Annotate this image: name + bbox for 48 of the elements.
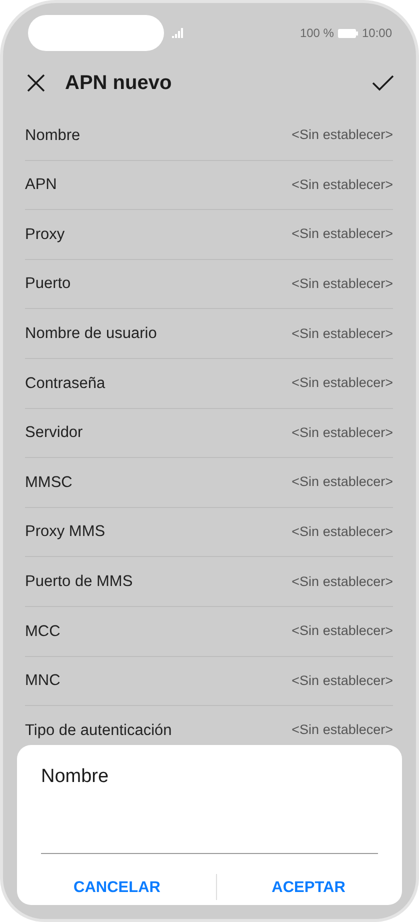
settings-row[interactable]: Contraseña <Sin establecer> [25, 358, 393, 409]
settings-row[interactable]: MNC <Sin establecer> [25, 656, 393, 706]
setting-value: <Sin establecer> [292, 176, 393, 194]
setting-label: MNC [25, 671, 60, 692]
setting-value: <Sin establecer> [292, 622, 393, 640]
setting-value: <Sin establecer> [292, 374, 393, 392]
setting-label: Puerto [25, 274, 71, 294]
settings-row[interactable]: APN <Sin establecer> [25, 160, 393, 210]
setting-value: <Sin establecer> [292, 126, 393, 144]
confirm-check-icon[interactable] [372, 75, 394, 91]
signal-icon [172, 28, 184, 38]
battery-percentage: 100 % [300, 25, 334, 42]
setting-label: Servidor [25, 423, 83, 444]
setting-value: <Sin establecer> [292, 572, 393, 591]
settings-row[interactable]: MCC <Sin establecer> [25, 606, 393, 657]
settings-row[interactable]: Nombre de usuario <Sin establecer> [25, 309, 393, 359]
setting-label: Proxy [25, 224, 65, 245]
setting-label: Contraseña [25, 374, 106, 394]
settings-row[interactable]: Proxy MMS <Sin establecer> [25, 508, 393, 558]
accept-button[interactable]: ACEPTAR [262, 870, 356, 905]
settings-row[interactable]: Servidor <Sin establecer> [25, 408, 393, 458]
setting-value: <Sin establecer> [292, 225, 393, 244]
settings-row[interactable]: Proxy <Sin establecer> [25, 210, 393, 260]
clock-time: 10:00 [362, 25, 392, 42]
setting-value: <Sin establecer> [292, 473, 393, 492]
setting-value: <Sin establecer> [292, 522, 393, 541]
setting-label: MMSC [25, 472, 72, 493]
close-icon[interactable] [27, 74, 45, 92]
settings-row[interactable]: Nombre <Sin establecer> [25, 111, 393, 161]
settings-row[interactable]: Puerto de MMS <Sin establecer> [25, 557, 393, 607]
settings-row[interactable]: MMSC <Sin establecer> [25, 458, 393, 508]
setting-label: Puerto de MMS [25, 572, 133, 592]
settings-row[interactable]: Puerto <Sin establecer> [25, 260, 393, 310]
cancel-button[interactable]: CANCELAR [64, 870, 170, 905]
setting-label: MCC [25, 622, 60, 642]
battery-icon [338, 28, 358, 38]
setting-value: <Sin establecer> [292, 424, 393, 442]
setting-value: <Sin establecer> [292, 721, 393, 740]
setting-value: <Sin establecer> [292, 274, 393, 293]
screen-title: APN nuevo [65, 71, 172, 96]
setting-label: Tipo de autenticación [25, 720, 172, 741]
dialog-title: Nombre [41, 765, 110, 789]
setting-label: Nombre de usuario [25, 324, 157, 344]
setting-label: APN [25, 175, 57, 196]
setting-value: <Sin establecer> [292, 672, 393, 690]
setting-label: Nombre [25, 126, 80, 146]
setting-label: Proxy MMS [25, 522, 106, 542]
setting-value: <Sin establecer> [292, 324, 393, 343]
